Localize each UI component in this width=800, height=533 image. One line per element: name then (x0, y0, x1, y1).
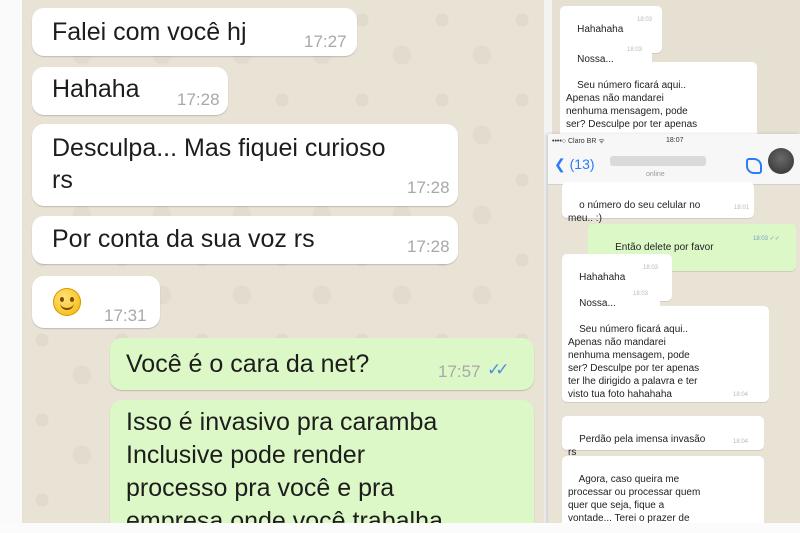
message-text: Seu número ficará aqui.. Apenas não mand… (566, 80, 698, 130)
message-text: Então delete por favor (615, 242, 714, 253)
avatar[interactable] (768, 148, 794, 174)
message-time: 18:01 (734, 205, 750, 211)
incoming-message[interactable]: Falei com você hj 17:27 (32, 8, 357, 56)
message-text: Agora, caso queira me processar ou proce… (568, 474, 701, 524)
back-button[interactable]: ❮ (13) (554, 156, 595, 173)
incoming-message[interactable]: o número do seu celular no meu.. :) (562, 182, 754, 224)
message-time: 17:57 (438, 362, 481, 381)
bottom-margin (0, 523, 800, 533)
incoming-message[interactable]: Hahaha 17:28 (32, 67, 228, 115)
message-text: Perdão pela imensa invasão rs (568, 434, 706, 458)
message-text: Por conta da sua voz rs (52, 225, 315, 253)
smiling-emoji-icon (53, 288, 81, 316)
incoming-message[interactable]: Seu número ficará aqui.. Apenas não mand… (560, 62, 757, 142)
secondary-chat-screenshot-back: Hahahaha 18:03 Nossa... 18:03 Seu número… (552, 0, 800, 145)
left-margin (0, 0, 22, 533)
message-time: 17:31 (104, 306, 147, 325)
message-time: 18:03 (627, 47, 643, 53)
chat-header: ••••○ Claro BR ᯤ 18:07 ❮ (13) online (548, 134, 800, 185)
incoming-message[interactable]: 17:31 (32, 276, 160, 328)
outgoing-message[interactable]: Você é o cara da net? 17:57 ✓✓ (110, 338, 534, 390)
incoming-message[interactable]: Desculpa... Mas fiquei curioso rs 17:28 (32, 124, 458, 206)
main-chat-screenshot: Falei com você hj 17:27 Hahaha 17:28 Des… (22, 0, 544, 523)
message-text: o número do seu celular no meu.. :) (568, 200, 701, 224)
message-text: Hahaha (52, 75, 140, 103)
message-text: Hahahaha (577, 24, 624, 35)
phone-call-icon[interactable] (746, 158, 762, 174)
message-text: Você é o cara da net? (126, 350, 370, 378)
message-time: 18:03 ✓✓ (753, 236, 780, 242)
contact-name-redacted (610, 156, 706, 166)
read-receipt-icon: ✓✓ (487, 360, 509, 379)
message-time: 18:03 (633, 291, 649, 297)
message-time: 17:27 (304, 32, 347, 51)
message-time: 18:04 (733, 439, 749, 445)
message-time: 18:03 (643, 265, 659, 271)
status-carrier: ••••○ Claro BR ᯤ (552, 138, 605, 145)
incoming-message[interactable]: Agora, caso queira me processar ou proce… (562, 456, 764, 533)
message-text: Seu número ficará aqui.. Apenas não mand… (568, 324, 700, 400)
message-text: Isso é invasivo pra caramba Inclusive po… (126, 408, 443, 523)
message-time: 17:28 (407, 237, 450, 256)
message-text: Falei com você hj (52, 18, 247, 46)
incoming-message[interactable]: Por conta da sua voz rs 17:28 (32, 216, 458, 264)
message-time: 18:04 (733, 392, 749, 398)
incoming-message[interactable]: Seu número ficará aqui.. Apenas não mand… (562, 306, 769, 402)
outgoing-message[interactable]: Isso é invasivo pra caramba Inclusive po… (110, 400, 534, 523)
presence-status: online (646, 171, 665, 178)
message-time: 18:03 (637, 17, 653, 23)
message-time: 17:28 (407, 178, 450, 197)
status-time: 18:07 (666, 137, 684, 144)
secondary-chat-screenshot-front: ••••○ Claro BR ᯤ 18:07 ❮ (13) online o n… (548, 134, 800, 533)
message-text: Desculpa... Mas fiquei curioso rs (52, 134, 386, 194)
message-time: 17:28 (177, 90, 220, 109)
